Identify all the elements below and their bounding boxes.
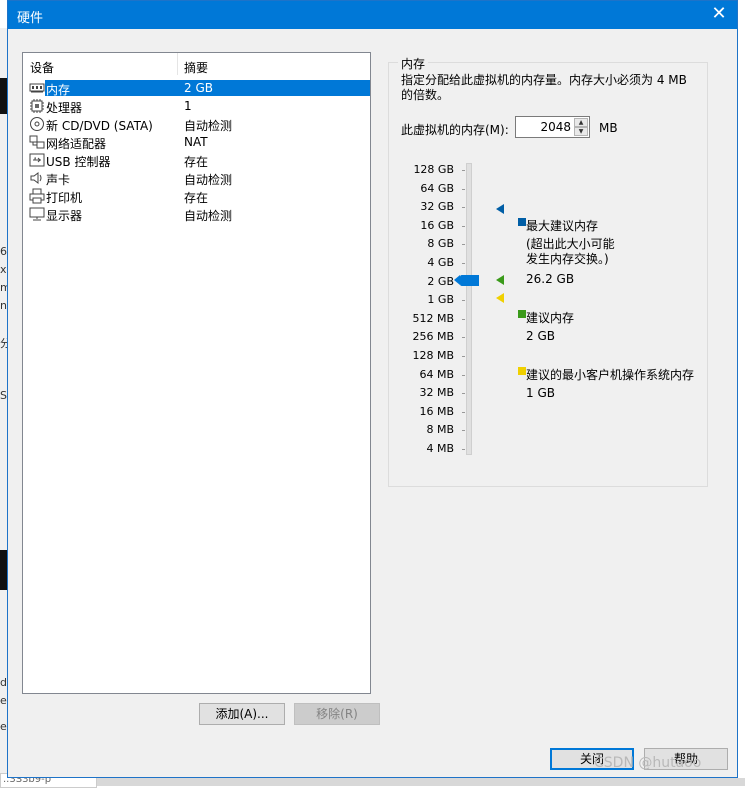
memory-stepper[interactable]: 2048 ▲ ▼: [515, 116, 590, 138]
device-row-memory[interactable]: 内存 2 GB: [25, 79, 370, 97]
min-guest-swatch: [518, 367, 526, 375]
scale-label: 16 GB: [420, 218, 454, 232]
processor-icon: [30, 99, 44, 113]
device-summary: NAT: [184, 135, 208, 149]
min-guest-value: 1 GB: [526, 386, 555, 400]
max-recommended-note: (超出此大小可能 发生内存交换。): [526, 237, 615, 266]
scale-label: 64 GB: [420, 181, 454, 195]
scale-label: 8 GB: [427, 237, 454, 251]
min-guest-label: 建议的最小客户机操作系统内存: [526, 368, 695, 382]
scale-label: 4 GB: [427, 256, 454, 269]
memory-field-label: 此虚拟机的内存(M):: [401, 123, 509, 137]
scale-label: 2 GB: [427, 274, 454, 288]
scale-label: 128 MB: [412, 349, 454, 362]
scale-tick: [462, 411, 465, 413]
device-row-processor[interactable]: 处理器 1: [25, 97, 370, 115]
device-summary: 存在: [184, 155, 209, 169]
network-adapter-icon: [29, 135, 45, 149]
scale-label: 32 MB: [419, 386, 454, 400]
remove-device-button[interactable]: 移除(R): [294, 703, 380, 725]
device-name: 声卡: [46, 173, 71, 187]
min-guest-marker: [496, 293, 504, 303]
memory-slider-track[interactable]: [466, 163, 472, 455]
watermark: CSDN @hutaoo: [594, 755, 702, 771]
column-header-summary[interactable]: 摘要: [184, 59, 208, 76]
device-name: 打印机: [46, 191, 83, 205]
device-name: USB 控制器: [46, 155, 111, 169]
device-row-sound-card[interactable]: 声卡 自动检测: [25, 169, 370, 187]
device-row-usb[interactable]: USB 控制器 存在: [25, 151, 370, 169]
add-device-button[interactable]: 添加(A)...: [199, 703, 285, 725]
memory-icon: [29, 83, 45, 93]
device-row-cd-dvd[interactable]: 新 CD/DVD (SATA) 自动检测: [25, 115, 370, 133]
scale-tick: [462, 356, 465, 357]
device-name: 显示器: [46, 209, 83, 223]
printer-icon: [29, 188, 45, 204]
dialog-title: 硬件: [17, 11, 44, 26]
scale-label: 32 GB: [420, 200, 454, 214]
memory-description: 指定分配给此虚拟机的内存量。内存大小必须为 4 MB 的倍数。: [401, 73, 687, 102]
max-recommended-label: 最大建议内存: [526, 219, 599, 233]
memory-unit: MB: [599, 121, 618, 135]
scale-tick: [462, 188, 465, 190]
monitor-icon: [29, 207, 45, 221]
scale-tick: [462, 300, 465, 302]
scale-tick: [462, 170, 465, 171]
recommended-value: 2 GB: [526, 329, 555, 343]
recommended-marker: [496, 275, 504, 285]
scale-label: 512 MB: [412, 311, 454, 325]
scale-tick: [462, 244, 465, 246]
scale-label: 256 MB: [412, 330, 454, 344]
device-list[interactable]: 设备 摘要 内存 2 GB 处理器 1 新 CD/DVD (SATA) 自动检测…: [22, 52, 371, 694]
scale-label: 64 MB: [419, 367, 454, 381]
title-bar[interactable]: 硬件 ✕: [8, 1, 737, 29]
scale-label: 8 MB: [426, 423, 454, 437]
max-recommended-swatch: [518, 218, 526, 226]
device-list-header: 设备 摘要: [23, 53, 370, 75]
device-row-network-adapter[interactable]: 网络适配器 NAT: [25, 133, 370, 151]
cd-dvd-icon: [30, 117, 44, 131]
speaker-icon: [30, 172, 42, 184]
column-header-device[interactable]: 设备: [30, 59, 54, 76]
close-icon[interactable]: ✕: [709, 4, 729, 24]
device-name: 内存: [46, 83, 71, 97]
scale-label: 4 MB: [426, 442, 454, 455]
scale-tick: [462, 263, 465, 264]
scale-tick: [462, 430, 465, 432]
scale-tick: [462, 393, 465, 395]
scale-tick: [462, 337, 465, 339]
recommended-swatch: [518, 310, 526, 318]
scale-label: 1 GB: [427, 293, 454, 307]
scale-label: 128 GB: [413, 163, 454, 176]
scale-label: 16 MB: [419, 404, 454, 418]
memory-slider-thumb[interactable]: [460, 275, 479, 286]
device-summary: 自动检测: [184, 209, 233, 223]
stepper-down-icon[interactable]: ▼: [574, 127, 588, 136]
scale-tick: [462, 374, 465, 376]
scale-tick: [462, 225, 465, 227]
device-name: 网络适配器: [46, 137, 107, 151]
device-summary: 存在: [184, 191, 209, 205]
recommended-label: 建议内存: [526, 311, 575, 325]
scale-tick: [462, 318, 465, 320]
max-recommended-value: 26.2 GB: [526, 272, 575, 286]
scale-tick: [462, 207, 465, 209]
stepper-up-icon[interactable]: ▲: [574, 118, 588, 127]
memory-group-title: 内存: [398, 55, 429, 72]
column-separator: [177, 53, 178, 75]
memory-value[interactable]: 2048: [540, 120, 571, 134]
usb-icon: [29, 153, 45, 167]
device-name: 新 CD/DVD (SATA): [46, 119, 153, 133]
device-row-display[interactable]: 显示器 自动检测: [25, 205, 370, 223]
max-recommended-marker: [496, 204, 504, 214]
device-summary: 自动检测: [184, 119, 233, 133]
device-summary: 1: [184, 99, 192, 113]
device-name: 处理器: [46, 101, 83, 115]
device-summary: 自动检测: [184, 173, 233, 187]
scale-tick: [462, 449, 465, 450]
background-bottom: [0, 778, 745, 786]
device-row-printer[interactable]: 打印机 存在: [25, 187, 370, 205]
device-summary: 2 GB: [184, 81, 213, 95]
